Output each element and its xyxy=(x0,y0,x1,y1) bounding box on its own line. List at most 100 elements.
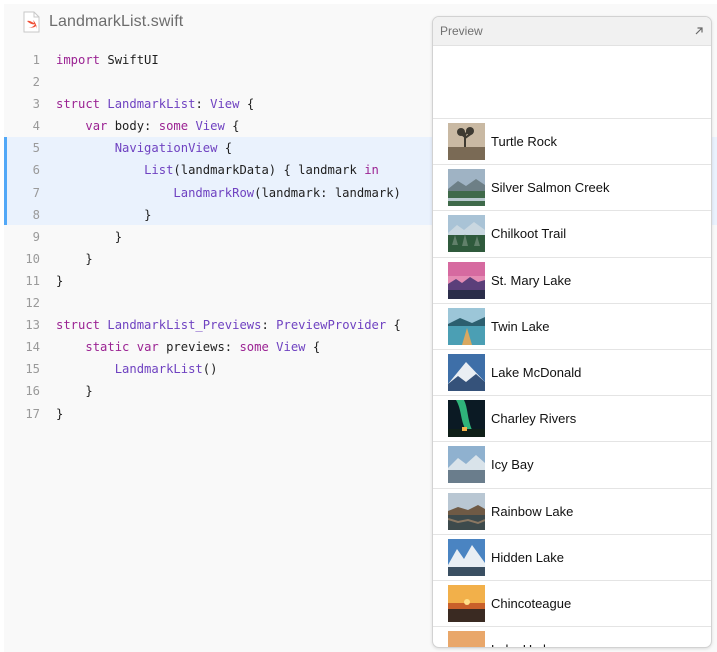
code-text[interactable]: List(landmarkData) { landmark in xyxy=(40,159,379,181)
code-text[interactable]: struct LandmarkList_Previews: PreviewPro… xyxy=(40,314,401,336)
code-text[interactable]: } xyxy=(40,380,92,402)
landmark-row[interactable]: Lake Umbagog xyxy=(433,626,711,647)
landmark-name: Rainbow Lake xyxy=(491,503,574,519)
code-line[interactable]: 13 struct LandmarkList_Previews: PreviewP… xyxy=(4,314,432,336)
code-text[interactable] xyxy=(40,71,56,93)
landmark-thumbnail xyxy=(448,215,485,253)
type-token: View xyxy=(195,119,225,134)
landmark-row[interactable]: Icy Bay xyxy=(433,441,711,487)
code-line[interactable]: 2 xyxy=(4,71,432,93)
code-line[interactable]: 16 } xyxy=(4,380,432,402)
code-text[interactable]: static var previews: some View { xyxy=(40,336,320,358)
landmark-name: Turtle Rock xyxy=(491,134,557,150)
line-number: 17 xyxy=(25,406,40,421)
landmark-row[interactable]: Lake McDonald xyxy=(433,348,711,395)
landmark-row[interactable]: Silver Salmon Creek xyxy=(433,164,711,210)
text-token: : xyxy=(261,318,277,333)
line-number: 11 xyxy=(25,273,40,288)
code-line[interactable]: 7 LandmarkRow(landmark: landmark) xyxy=(4,182,432,204)
keyword-token: struct xyxy=(56,318,101,333)
code-line[interactable]: 12 xyxy=(4,292,432,314)
preview-panel: Preview Turtle Rock Silver Salmon Creek Ch… xyxy=(432,16,712,648)
code-line[interactable]: 8 } xyxy=(4,204,432,226)
code-line[interactable]: 4 var body: some View { xyxy=(4,115,432,137)
text-token: { xyxy=(305,340,321,355)
code-text[interactable]: } xyxy=(40,403,63,425)
code-line[interactable]: 10 } xyxy=(4,248,432,270)
landmark-row[interactable]: Hidden Lake xyxy=(433,533,711,580)
line-number: 7 xyxy=(32,185,40,200)
type-token: LandmarkRow xyxy=(173,185,255,200)
type-token: LandmarkList xyxy=(114,362,203,377)
keyword-token: var xyxy=(136,340,159,355)
landmark-name: Lake McDonald xyxy=(491,365,582,381)
code-line[interactable]: 1 import SwiftUI xyxy=(4,49,432,71)
landmark-row[interactable]: Chincoteague xyxy=(433,579,711,626)
code-text[interactable]: NavigationView { xyxy=(40,137,232,159)
landmark-name: Lake Umbagog xyxy=(491,642,579,647)
landmark-thumbnail xyxy=(448,492,485,530)
landmark-row[interactable]: Rainbow Lake xyxy=(433,487,711,534)
landmark-thumbnail xyxy=(448,261,485,299)
keyword-token: var xyxy=(85,119,108,134)
code-line[interactable]: 3 struct LandmarkList: View { xyxy=(4,93,432,115)
landmark-row[interactable]: Turtle Rock xyxy=(433,118,711,164)
expand-arrow-icon[interactable] xyxy=(693,25,705,37)
landmark-thumbnail xyxy=(448,307,485,345)
text-token: (landmark: landmark) xyxy=(254,185,401,200)
code-line[interactable]: 6 List(landmarkData) { landmark in xyxy=(4,159,432,181)
landmark-list[interactable]: Turtle Rock Silver Salmon Creek Chilkoot T… xyxy=(433,118,711,647)
line-number: 14 xyxy=(25,340,40,355)
code-text[interactable]: } xyxy=(40,226,122,248)
text-token: SwiftUI xyxy=(100,53,159,67)
code-text[interactable]: LandmarkRow(landmark: landmark) xyxy=(40,182,401,204)
type-token: NavigationView xyxy=(114,141,218,156)
code-text[interactable]: var body: some View { xyxy=(40,115,239,137)
line-number: 3 xyxy=(32,97,40,112)
keyword-token: static xyxy=(85,340,130,355)
line-number: 2 xyxy=(32,75,40,90)
type-token: View xyxy=(210,97,240,112)
code-line[interactable]: 5 NavigationView { xyxy=(4,137,432,159)
text-token: { xyxy=(239,97,255,112)
landmark-thumbnail xyxy=(448,354,485,392)
file-tab[interactable]: LandmarkList.swift xyxy=(4,4,434,40)
landmark-thumbnail xyxy=(448,538,485,576)
type-token: LandmarkList xyxy=(107,97,196,112)
line-number: 9 xyxy=(32,229,40,244)
code-text[interactable]: import SwiftUI xyxy=(40,49,159,71)
landmark-row[interactable]: St. Mary Lake xyxy=(433,256,711,303)
landmark-thumbnail xyxy=(448,446,485,484)
line-number: 16 xyxy=(25,384,40,399)
code-text[interactable]: LandmarkList() xyxy=(40,358,218,380)
code-line[interactable]: 9 } xyxy=(4,226,432,248)
code-text[interactable]: } xyxy=(40,270,63,292)
code-text[interactable] xyxy=(40,292,56,314)
code-text[interactable]: struct LandmarkList: View { xyxy=(40,93,254,115)
text-token: (landmarkData) { landmark xyxy=(173,163,365,178)
preview-header: Preview xyxy=(433,17,711,46)
code-line[interactable]: 15 LandmarkList() xyxy=(4,358,432,380)
line-number: 12 xyxy=(25,296,40,311)
text-token: } xyxy=(85,251,93,266)
landmark-row[interactable]: Charley Rivers xyxy=(433,395,711,441)
code-line[interactable]: 17} xyxy=(4,403,432,425)
landmark-row[interactable]: Chilkoot Trail xyxy=(433,210,711,256)
text-token: { xyxy=(386,318,401,333)
preview-title: Preview xyxy=(440,24,483,38)
text-token: } xyxy=(56,406,64,421)
code-line[interactable]: 11} xyxy=(4,270,432,292)
code-lines[interactable]: 1 import SwiftUI 2 3 struct LandmarkList: Vi… xyxy=(4,49,432,425)
line-number: 13 xyxy=(25,318,40,333)
line-number: 6 xyxy=(32,163,40,178)
landmark-name: St. Mary Lake xyxy=(491,272,572,288)
code-line[interactable]: 14 static var previews: some View { xyxy=(4,336,432,358)
code-text[interactable]: } xyxy=(40,248,93,270)
text-token: } xyxy=(144,207,152,222)
text-token: { xyxy=(217,141,233,156)
keyword-token: some xyxy=(239,340,269,355)
landmark-row[interactable]: Twin Lake xyxy=(433,302,711,349)
code-text[interactable]: } xyxy=(40,204,151,226)
keyword-token: in xyxy=(364,163,379,178)
